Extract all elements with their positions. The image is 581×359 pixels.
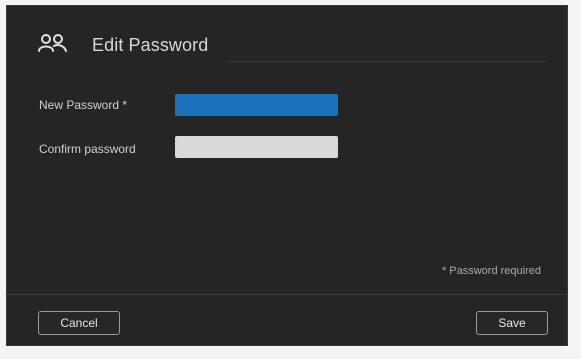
footer-divider [7, 294, 567, 295]
users-icon [38, 34, 67, 52]
edit-password-dialog: Edit Password New Password * Confirm pas… [6, 5, 568, 346]
confirm-password-label: Confirm password [39, 142, 136, 156]
confirm-password-field[interactable] [175, 136, 338, 158]
save-button[interactable]: Save [476, 311, 548, 335]
dialog-header: Edit Password [7, 6, 567, 64]
password-required-note: * Password required [441, 265, 541, 277]
header-divider [227, 61, 545, 62]
new-password-field[interactable] [175, 94, 338, 116]
cancel-button[interactable]: Cancel [38, 311, 120, 335]
new-password-label: New Password * [39, 98, 128, 112]
dialog-title: Edit Password [92, 35, 209, 55]
